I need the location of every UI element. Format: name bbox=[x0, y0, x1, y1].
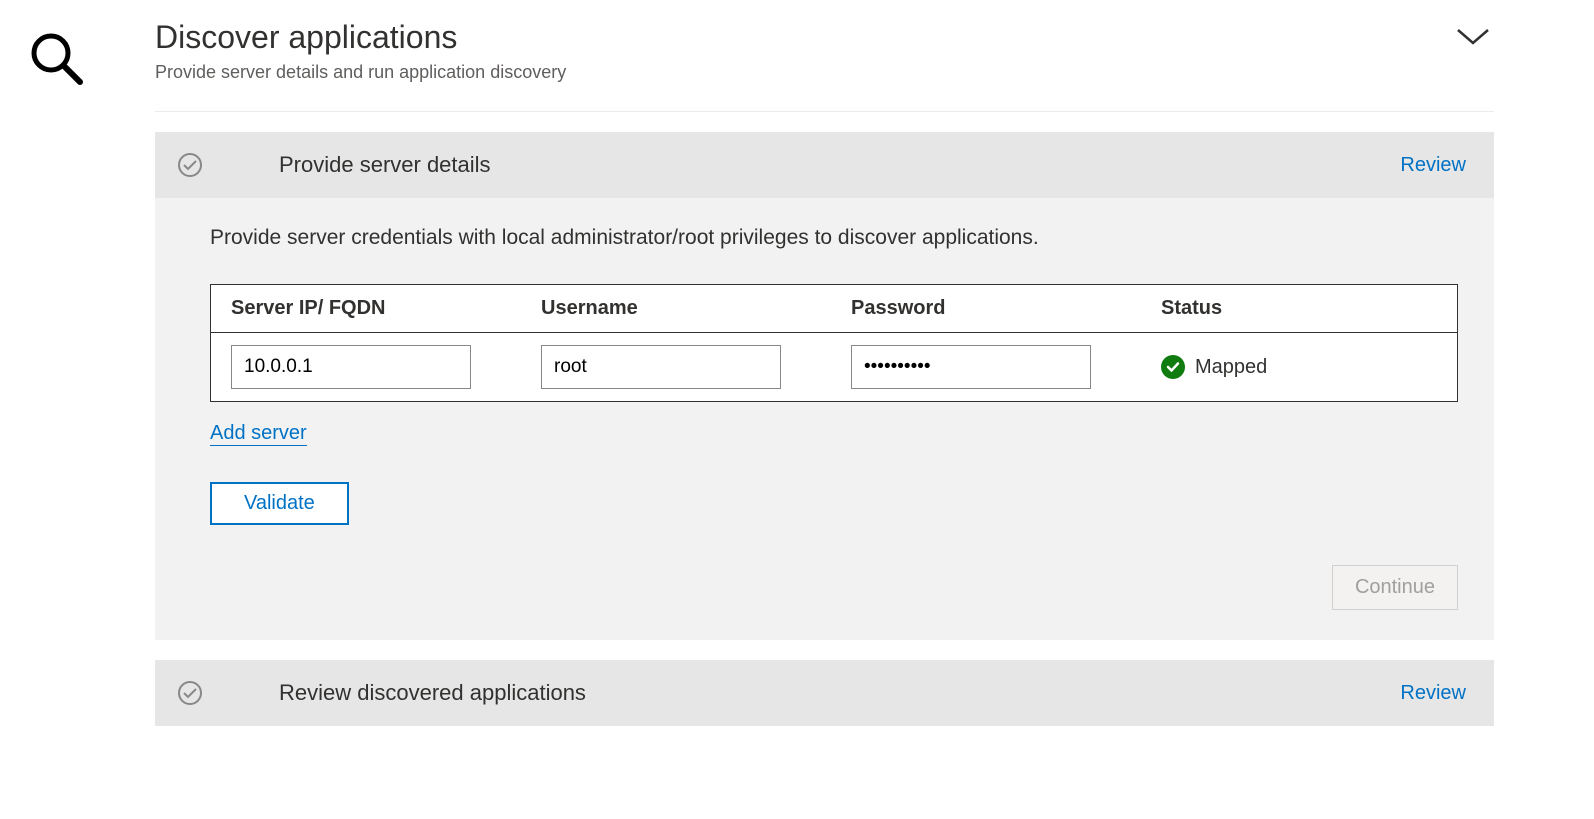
chevron-down-icon[interactable] bbox=[1452, 18, 1494, 61]
status-text: Mapped bbox=[1195, 356, 1267, 379]
table-row: Mapped bbox=[211, 333, 1457, 401]
step-provide-server-details: Provide server details Review Provide se… bbox=[155, 132, 1494, 640]
add-server-link[interactable]: Add server bbox=[210, 422, 307, 446]
search-icon[interactable] bbox=[26, 28, 86, 88]
col-status: Status bbox=[1161, 297, 1437, 320]
step2-review-link[interactable]: Review bbox=[1400, 682, 1466, 705]
check-circle-icon bbox=[177, 152, 203, 178]
continue-button[interactable]: Continue bbox=[1332, 565, 1458, 610]
check-ok-icon bbox=[1161, 355, 1185, 379]
step2-header: Review discovered applications Review bbox=[155, 660, 1494, 726]
server-table: Server IP/ FQDN Username Password Status bbox=[210, 284, 1458, 402]
page-header: Discover applications Provide server det… bbox=[155, 18, 1494, 112]
username-input[interactable] bbox=[541, 345, 781, 389]
step1-title: Provide server details bbox=[279, 152, 1400, 178]
col-username: Username bbox=[541, 297, 841, 320]
status-cell: Mapped bbox=[1161, 345, 1437, 389]
step1-header: Provide server details Review bbox=[155, 132, 1494, 198]
step1-review-link[interactable]: Review bbox=[1400, 154, 1466, 177]
check-circle-icon bbox=[177, 680, 203, 706]
col-password: Password bbox=[851, 297, 1151, 320]
validate-button[interactable]: Validate bbox=[210, 482, 349, 525]
step1-instructions: Provide server credentials with local ad… bbox=[210, 226, 1458, 250]
server-table-header: Server IP/ FQDN Username Password Status bbox=[211, 285, 1457, 333]
step2-title: Review discovered applications bbox=[279, 680, 1400, 706]
step-review-discovered: Review discovered applications Review bbox=[155, 660, 1494, 726]
password-input[interactable] bbox=[851, 345, 1091, 389]
col-ip: Server IP/ FQDN bbox=[231, 297, 531, 320]
server-ip-input[interactable] bbox=[231, 345, 471, 389]
page-subtitle: Provide server details and run applicati… bbox=[155, 62, 566, 83]
page-title: Discover applications bbox=[155, 18, 566, 56]
